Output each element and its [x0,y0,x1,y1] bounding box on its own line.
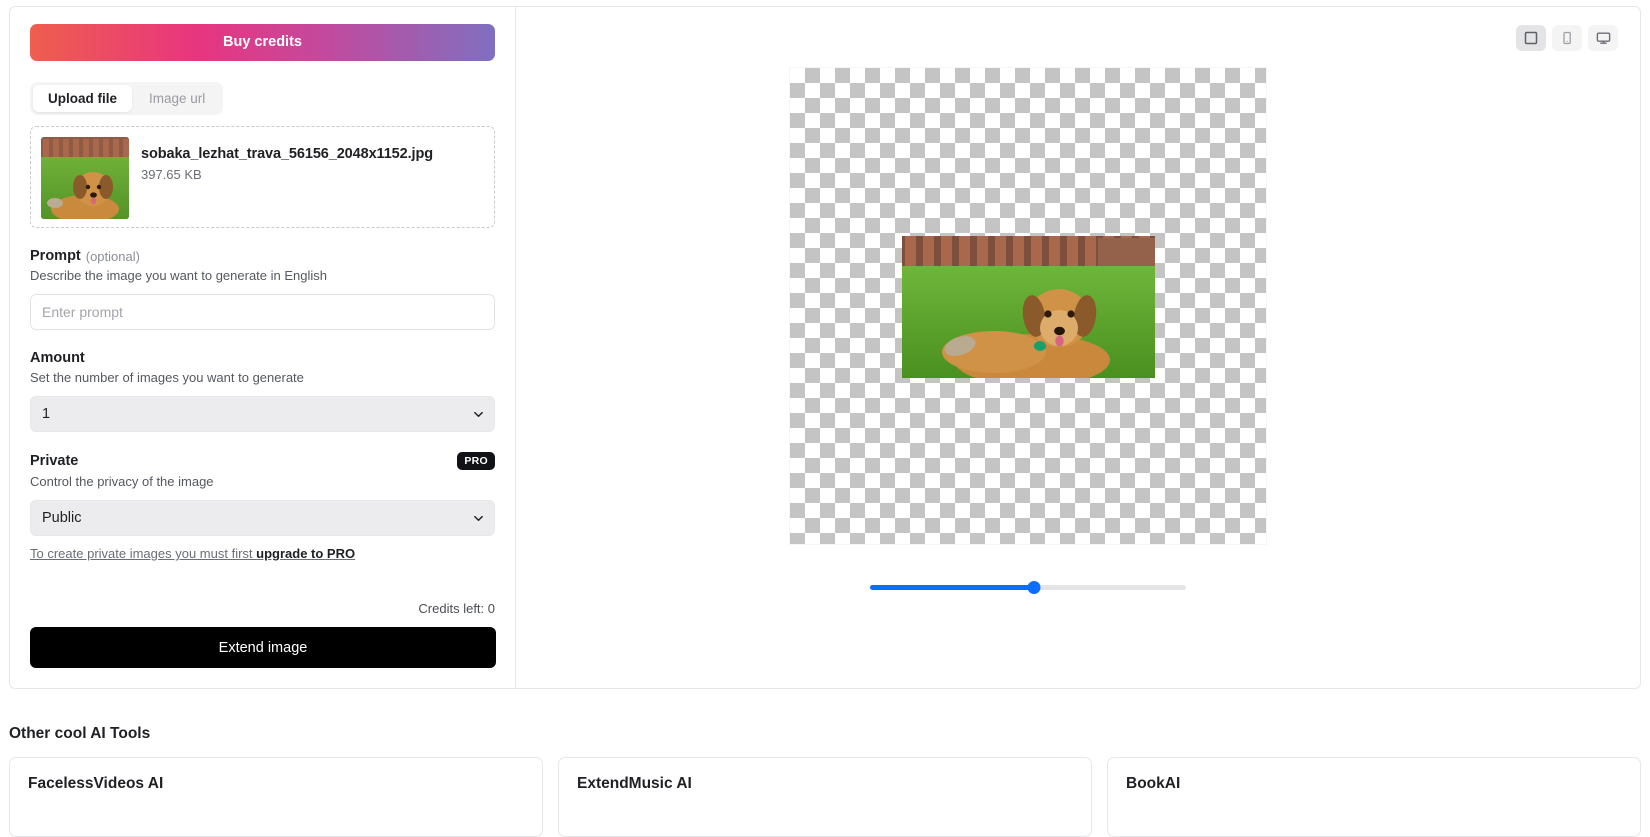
private-field-group: Private PRO Control the privacy of the i… [30,452,495,563]
tool-card[interactable]: BookAI [1107,757,1641,837]
other-tools-heading: Other cool AI Tools [9,725,151,742]
tab-upload-file[interactable]: Upload file [33,85,133,112]
tool-card-title: FacelessVideos AI [28,775,164,792]
private-label: Private PRO [30,452,495,470]
settings-sidebar: Buy credits Upload file Image url sobaka… [10,7,516,688]
ratio-button-square[interactable] [1516,25,1546,51]
tool-card-title: ExtendMusic AI [577,775,692,792]
amount-field-group: Amount Set the number of images you want… [30,350,495,432]
private-help-text: Control the privacy of the image [30,474,214,489]
canvas-area [516,7,1640,688]
upgrade-to-pro-link[interactable]: To create private images you must first … [30,546,355,561]
prompt-label-text: Prompt [30,248,81,264]
extend-image-button[interactable]: Extend image [30,627,496,668]
amount-label-text: Amount [30,350,85,366]
tool-panel: Buy credits Upload file Image url sobaka… [9,6,1641,689]
tab-image-url[interactable]: Image url [134,85,220,112]
prompt-input[interactable] [30,294,495,330]
zoom-slider-fill [870,585,1035,590]
prompt-optional-tag: (optional) [85,248,140,264]
amount-label: Amount [30,350,495,366]
phone-icon [1560,31,1574,45]
ratio-button-desktop[interactable] [1588,25,1618,51]
upgrade-note-prefix: To create private images you must first [30,546,257,561]
transparency-canvas[interactable] [790,68,1266,544]
amount-select[interactable]: 1 [30,396,495,432]
zoom-slider[interactable] [870,579,1186,597]
file-size: 397.65 KB [141,167,202,182]
amount-help-text: Set the number of images you want to gen… [30,370,304,385]
prompt-help-text: Describe the image you want to generate … [30,268,328,283]
prompt-label: Prompt (optional) [30,248,495,264]
aspect-ratio-toolbar [1516,25,1618,51]
square-icon [1524,31,1538,45]
credits-left-text: Credits left: 0 [418,601,495,616]
zoom-slider-thumb[interactable] [1027,581,1041,594]
tool-card[interactable]: ExtendMusic AI [558,757,1092,837]
privacy-select[interactable]: Public [30,500,495,536]
file-dropzone[interactable]: sobaka_lezhat_trava_56156_2048x1152.jpg … [30,126,495,228]
other-tools-list: FacelessVideos AI ExtendMusic AI BookAI [9,757,1641,837]
prompt-field-group: Prompt (optional) Describe the image you… [30,248,495,330]
monitor-icon [1596,31,1611,45]
file-info: sobaka_lezhat_trava_56156_2048x1152.jpg … [141,137,433,182]
private-select-wrap: Public [30,500,495,536]
source-image-preview[interactable] [902,236,1155,378]
tool-card[interactable]: FacelessVideos AI [9,757,543,837]
ratio-button-portrait[interactable] [1552,25,1582,51]
source-tabs: Upload file Image url [30,82,224,115]
pro-badge: PRO [457,452,495,470]
file-name: sobaka_lezhat_trava_56156_2048x1152.jpg [141,146,433,162]
file-thumbnail [41,137,129,219]
buy-credits-button[interactable]: Buy credits [30,24,495,61]
amount-select-wrap: 1 [30,396,495,432]
upgrade-note-link-text: upgrade to PRO [256,546,356,561]
private-label-text: Private [30,453,79,469]
tool-card-title: BookAI [1126,775,1181,792]
